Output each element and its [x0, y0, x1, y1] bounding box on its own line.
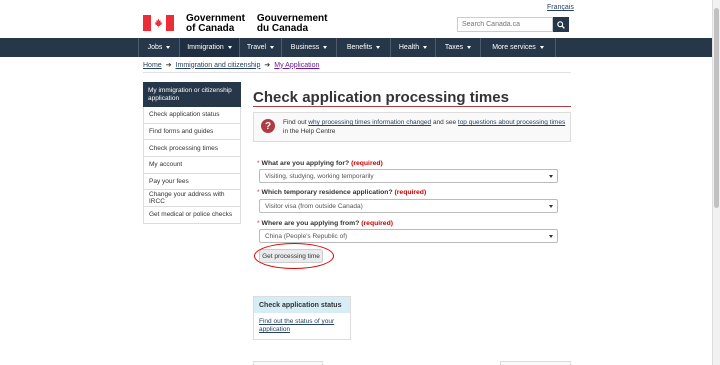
q3-label: * Where are you applying from? (required…	[257, 220, 393, 227]
menu-health[interactable]: Health	[391, 38, 436, 57]
breadcrumb-home[interactable]: Home	[143, 62, 162, 69]
chevron-down-icon	[270, 46, 275, 49]
chevron-down-icon	[549, 175, 553, 178]
chevron-down-icon	[323, 46, 328, 49]
divider	[143, 72, 571, 73]
sidebar-heading[interactable]: My immigration or citizenship applicatio…	[143, 82, 241, 107]
menu-benefits[interactable]: Benefits	[337, 38, 391, 57]
menu-taxes[interactable]: Taxes	[436, 38, 481, 57]
vertical-scrollbar[interactable]	[712, 0, 720, 365]
scrollbar-thumb[interactable]	[714, 8, 719, 208]
sidebar-item-medical-police[interactable]: Get medical or police checks	[143, 207, 241, 224]
help-notice: ? Find out why processing times informat…	[253, 112, 571, 142]
arrow-right-icon: ➔	[165, 62, 172, 69]
language-toggle-link[interactable]: Français	[547, 4, 574, 11]
sidebar: My immigration or citizenship applicatio…	[143, 82, 241, 224]
sidebar-item-check-status[interactable]: Check application status	[143, 107, 241, 124]
chevron-down-icon	[467, 46, 472, 49]
search-input[interactable]	[457, 17, 553, 32]
menu-jobs[interactable]: Jobs	[138, 38, 180, 57]
breadcrumb-my-application[interactable]: My Application	[274, 62, 319, 69]
why-changed-link[interactable]: why processing times information changed	[308, 119, 431, 126]
status-card-link[interactable]: Find out the status of your application	[254, 313, 350, 339]
question-icon: ?	[261, 119, 275, 133]
sidebar-item-change-address[interactable]: Change your address with IRCC	[143, 190, 241, 208]
sidebar-item-my-account[interactable]: My account	[143, 157, 241, 174]
site-search	[457, 17, 569, 32]
applying-for-select[interactable]: Visiting, studying, working temporarily	[259, 169, 558, 183]
chevron-down-icon	[376, 46, 381, 49]
menu-more-services[interactable]: More services	[481, 38, 556, 57]
chevron-down-icon	[539, 46, 544, 49]
status-card-title: Check application status	[254, 297, 350, 313]
applying-from-select[interactable]: China (People's Republic of)	[259, 229, 558, 243]
wordmark-en: Government of Canada	[186, 13, 245, 34]
canada-flag-icon	[143, 15, 174, 31]
temporary-residence-select[interactable]: Visitor visa (from outside Canada)	[259, 199, 558, 213]
breadcrumb: Home ➔ Immigration and citizenship ➔ My …	[143, 61, 319, 70]
sidebar-item-pay-fees[interactable]: Pay your fees	[143, 173, 241, 191]
chevron-down-icon	[423, 46, 428, 49]
search-icon	[557, 20, 565, 29]
menu-business[interactable]: Business	[282, 38, 337, 57]
main-menu: Jobs Immigration Travel Business Benefit…	[0, 38, 712, 57]
title-underline	[253, 106, 571, 107]
q2-label: * Which temporary residence application?…	[257, 189, 427, 196]
partial-card	[253, 361, 323, 365]
arrow-right-icon: ➔	[264, 62, 271, 69]
chevron-down-icon	[166, 46, 171, 49]
menu-immigration[interactable]: Immigration	[180, 38, 240, 57]
chevron-down-icon	[549, 235, 553, 238]
q1-label: * What are you applying for? (required)	[257, 160, 383, 167]
wordmark-fr: Gouvernement du Canada	[256, 13, 328, 34]
search-button[interactable]	[553, 17, 569, 32]
partial-card	[500, 361, 571, 365]
menu-travel[interactable]: Travel	[240, 38, 282, 57]
sidebar-item-forms-guides[interactable]: Find forms and guides	[143, 123, 241, 141]
chevron-down-icon	[549, 205, 553, 208]
chevron-down-icon	[227, 46, 232, 49]
sidebar-item-processing-times[interactable]: Check processing times	[143, 140, 241, 158]
goc-signature[interactable]: Government of Canada Gouvernement du Can…	[143, 14, 339, 34]
page-title: Check application processing times	[253, 89, 509, 106]
status-card: Check application status Find out the st…	[253, 296, 351, 340]
highlight-circle	[254, 243, 334, 269]
top-questions-link[interactable]: top questions about processing times	[458, 119, 565, 126]
help-text: Find out why processing times informatio…	[283, 119, 566, 135]
breadcrumb-immigration[interactable]: Immigration and citizenship	[176, 62, 261, 69]
